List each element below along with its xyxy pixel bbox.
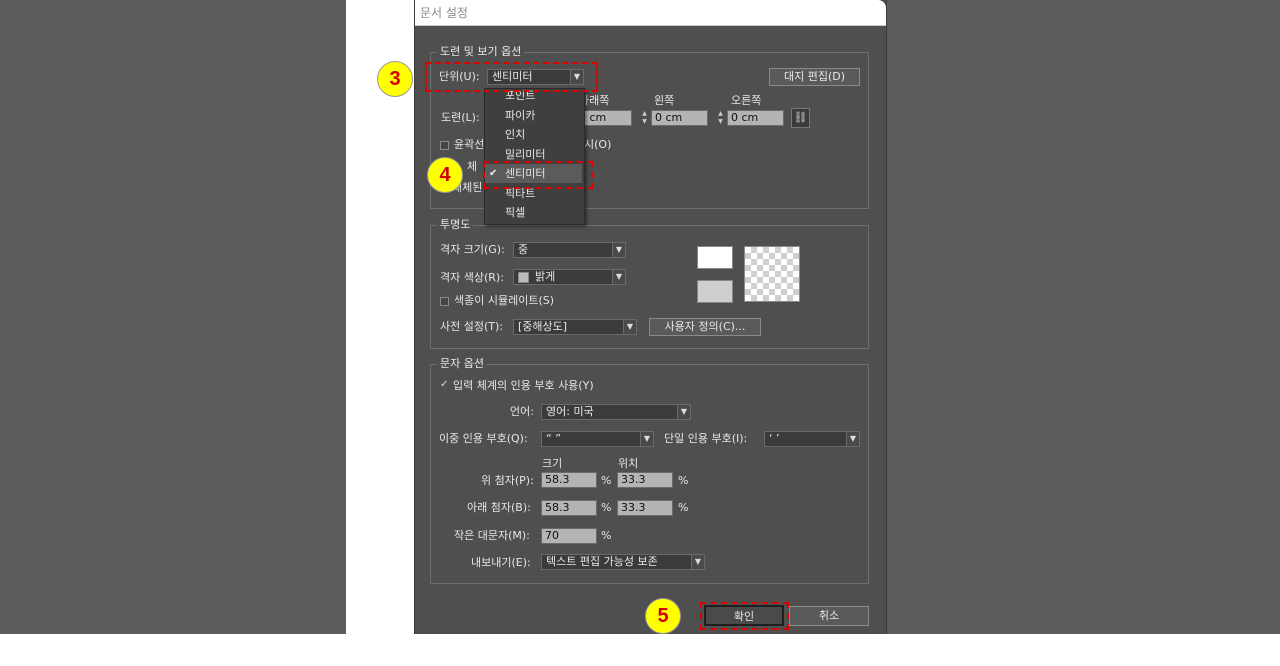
dialog-title: 문서 설정: [415, 0, 886, 26]
single-quotes-label: 단일 인용 부호(I):: [664, 432, 748, 445]
language-dropdown[interactable]: 영어: 미국 ▼: [541, 404, 691, 420]
option-row-a-partial: 체: [467, 160, 478, 173]
export-label: 내보내기(E):: [471, 556, 531, 569]
step-callout-5: 5: [645, 598, 681, 634]
menu-item-pixels[interactable]: 픽셀: [485, 203, 582, 222]
bleed-right-stepper[interactable]: ▲ ▼: [716, 110, 725, 126]
language-value: 영어: 미국: [546, 405, 594, 418]
language-label: 언어:: [510, 405, 534, 418]
small-caps-field[interactable]: 70: [541, 528, 597, 544]
preset-label: 사전 설정(T):: [440, 320, 503, 333]
double-quotes-label: 이중 인용 부호(Q):: [439, 432, 528, 445]
preset-value: [중해상도]: [518, 320, 568, 333]
transparency-legend: 투명도: [437, 218, 474, 232]
custom-button[interactable]: 사용자 정의(C)...: [649, 318, 761, 336]
superscript-position-field[interactable]: 33.3: [617, 472, 673, 488]
superscript-size-field[interactable]: 58.3: [541, 472, 597, 488]
size-header: 크기: [542, 457, 563, 470]
grid-color-swatch-white[interactable]: [697, 246, 733, 269]
superscript-label: 위 첨자(P):: [481, 474, 534, 487]
small-caps-label: 작은 대문자(M):: [454, 529, 530, 542]
chevron-down-icon: ▼: [640, 432, 653, 446]
menu-item-inches[interactable]: 인치: [485, 125, 582, 144]
simulate-paper-label: 색종이 시뮬레이트(S): [454, 294, 555, 307]
percent-label: %: [678, 501, 689, 514]
chevron-down-icon: ▼: [612, 243, 625, 257]
percent-label: %: [601, 474, 612, 487]
chevron-down-icon: ▼: [846, 432, 859, 446]
chevron-down-icon: ▼: [677, 405, 690, 419]
menu-item-picas[interactable]: 파이카: [485, 106, 582, 125]
percent-label: %: [678, 474, 689, 487]
bleed-right-field[interactable]: 0 cm: [727, 110, 784, 126]
percent-label: %: [601, 529, 612, 542]
bleed-left-header: 왼쪽: [654, 94, 675, 107]
highlight-units: [425, 62, 598, 92]
bleed-label: 도련(L):: [441, 111, 480, 124]
double-quotes-dropdown[interactable]: “ ” ▼: [541, 431, 654, 447]
grid-color-label: 격자 색상(R):: [440, 271, 504, 284]
grid-color-swatch-icon: [518, 271, 529, 283]
edit-pasteboard-button[interactable]: 대지 편집(D): [769, 68, 860, 86]
grid-size-label: 격자 크기(G):: [440, 243, 505, 256]
export-dropdown[interactable]: 텍스트 편집 가능성 보존 ▼: [541, 554, 705, 570]
grid-color-dropdown[interactable]: 밝게 ▼: [513, 269, 626, 285]
simulate-paper-checkbox[interactable]: [440, 297, 449, 306]
chevron-down-icon: ▼: [623, 320, 636, 334]
double-quotes-value: “ ”: [546, 432, 561, 445]
subscript-size-field[interactable]: 58.3: [541, 500, 597, 516]
subscript-position-field[interactable]: 33.3: [617, 500, 673, 516]
highlight-ok: [700, 602, 789, 630]
outline-label-suffix: 시(O): [584, 138, 612, 151]
cancel-button[interactable]: 취소: [789, 606, 869, 626]
typographer-quotes-label: 입력 체계의 인용 부호 사용(Y): [453, 379, 594, 392]
single-quotes-dropdown[interactable]: ‘ ’ ▼: [764, 431, 860, 447]
check-icon[interactable]: ✓: [440, 380, 450, 390]
grid-color-value: 밝게: [535, 270, 556, 283]
outline-label: 윤곽선: [454, 138, 485, 151]
type-options-legend: 문자 옵션: [437, 357, 487, 371]
chevron-down-icon: ▼: [691, 555, 704, 569]
units-menu: 포인트 파이카 인치 밀리미터 ✔ 센티미터 픽타트 픽셀: [484, 88, 585, 225]
step-callout-4: 4: [427, 157, 463, 193]
bleed-view-options-legend: 도련 및 보기 옵션: [437, 45, 525, 59]
highlight-centimeters: [483, 161, 593, 189]
bleed-right-header: 오른쪽: [731, 94, 762, 107]
subscript-label: 아래 첨자(B):: [467, 501, 531, 514]
step-callout-3: 3: [377, 61, 413, 97]
grid-color-swatch-gray[interactable]: [697, 280, 733, 303]
position-header: 위치: [618, 457, 639, 470]
single-quotes-value: ‘ ’: [769, 432, 780, 445]
chevron-down-icon: ▼: [612, 270, 625, 284]
grid-size-value: 중: [518, 243, 529, 256]
export-value: 텍스트 편집 가능성 보존: [546, 555, 658, 568]
transparency-preview: [744, 246, 800, 302]
link-icon[interactable]: ⛓: [791, 108, 810, 128]
preset-dropdown[interactable]: [중해상도] ▼: [513, 319, 637, 335]
outline-checkbox[interactable]: [440, 141, 449, 150]
bleed-left-stepper[interactable]: ▲ ▼: [640, 110, 649, 126]
grid-size-dropdown[interactable]: 중 ▼: [513, 242, 626, 258]
percent-label: %: [601, 501, 612, 514]
bleed-left-field[interactable]: 0 cm: [651, 110, 708, 126]
